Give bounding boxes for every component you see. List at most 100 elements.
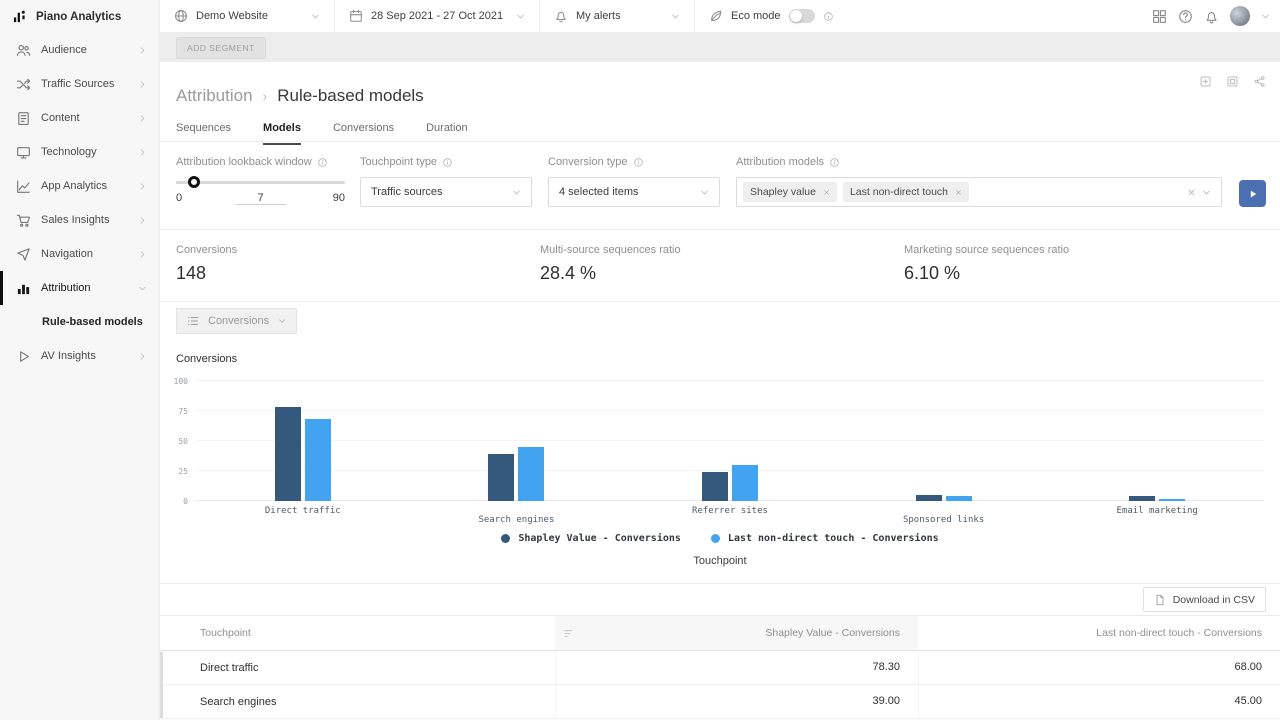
sidebar-item-sales-insights[interactable]: Sales Insights [0,203,159,237]
chip-remove-icon[interactable] [823,189,830,196]
sidebar-item-label: Content [41,112,128,124]
chevron-down-icon [311,12,320,21]
bar-shapley-value-conversions-referrer-sites[interactable] [702,472,728,501]
bar-last-non-direct-touch-conversions-direct-traffic[interactable] [305,419,331,501]
apps-grid-icon[interactable] [1152,9,1167,24]
topbar: Demo Website 28 Sep 2021 - 27 Oct 2021 M… [160,0,1280,33]
legend-item-last-non-direct-touch-conversions[interactable]: Last non-direct touch - Conversions [711,533,939,544]
cell-shapley-value: 78.30 [555,651,918,684]
date-range-selector[interactable]: 28 Sep 2021 - 27 Oct 2021 [335,0,540,32]
slider-handle[interactable] [188,176,200,188]
chevron-right-icon [138,80,147,89]
lookback-filter: Attribution lookback window 0 90 [176,156,345,204]
sidebar-item-label: App Analytics [41,180,128,192]
lookback-value-input[interactable] [236,192,286,205]
bar-last-non-direct-touch-conversions-sponsored-links[interactable] [946,496,972,501]
lookback-slider[interactable] [176,181,345,184]
y-tick-label: 25 [178,467,188,476]
bar-shapley-value-conversions-search-engines[interactable] [488,454,514,501]
eco-mode-toggle[interactable] [789,9,815,23]
chevron-down-icon[interactable] [1202,188,1211,197]
kpi-label: Marketing source sequences ratio [904,244,1069,256]
sidebar-item-app-analytics[interactable]: App Analytics [0,169,159,203]
bar-last-non-direct-touch-conversions-email-marketing[interactable] [1159,499,1185,501]
clear-all-icon[interactable] [1187,188,1196,197]
bar-shapley-value-conversions-email-marketing[interactable] [1129,496,1155,501]
conversion-type-select[interactable]: 4 selected items [548,177,720,207]
chevron-down-icon [512,188,521,197]
info-icon[interactable] [829,157,840,168]
chevron-down-icon [700,188,709,197]
bar-last-non-direct-touch-conversions-search-engines[interactable] [518,447,544,501]
download-csv-button[interactable]: Download in CSV [1143,587,1266,612]
monitor-icon [16,145,31,160]
touchpoint-type-select[interactable]: Traffic sources [360,177,532,207]
column-header-last-ndt[interactable]: Last non-direct touch - Conversions [918,616,1280,650]
site-selector-label: Demo Website [196,10,268,22]
breadcrumb-parent[interactable]: Attribution [176,86,253,106]
table-body: Direct traffic78.3068.00Search engines39… [160,651,1280,719]
chevron-down-icon [138,284,147,293]
site-selector[interactable]: Demo Website [160,0,335,32]
page-content: Attribution › Rule-based models Sequence… [160,62,1280,720]
chevron-right-icon [138,148,147,157]
table-row-search-engines: Search engines39.0045.00 [160,685,1280,719]
line-chart-icon [16,179,31,194]
sidebar-item-navigation[interactable]: Navigation [0,237,159,271]
bar-group-email-marketing: Email marketing [1050,381,1264,501]
column-header-touchpoint[interactable]: Touchpoint [160,616,555,650]
info-icon[interactable] [823,11,834,22]
table-row-direct-traffic: Direct traffic78.3068.00 [160,651,1280,685]
legend-dot [711,534,720,543]
column-header-shapley[interactable]: Shapley Value - Conversions [555,616,918,650]
sidebar-item-content[interactable]: Content [0,101,159,135]
sidebar: Piano Analytics AudienceTraffic Sources C… [0,0,160,720]
save-snapshot-icon[interactable] [1226,75,1239,88]
legend-item-shapley-value-conversions[interactable]: Shapley Value - Conversions [501,533,681,544]
bar-last-non-direct-touch-conversions-referrer-sites[interactable] [732,465,758,501]
attribution-models-filter: Attribution models Shapley valueLast non… [736,156,1222,207]
table-scrollbar[interactable] [160,652,163,718]
chevron-down-icon[interactable] [1261,12,1270,21]
slider-min: 0 [176,192,182,204]
notifications-bell-icon[interactable] [1204,9,1219,24]
bookmark-add-icon[interactable] [1199,75,1212,88]
metric-selector-button[interactable]: Conversions [176,308,297,334]
sidebar-item-technology[interactable]: Technology [0,135,159,169]
alerts-selector[interactable]: My alerts [540,0,695,32]
file-icon [1154,594,1166,606]
info-icon[interactable] [317,157,328,168]
leaf-icon [709,9,723,23]
sidebar-item-traffic-sources[interactable]: Traffic Sources [0,67,159,101]
share-icon[interactable] [1253,75,1266,88]
legend-dot [501,534,510,543]
user-avatar[interactable] [1230,6,1250,26]
chevron-down-icon [516,12,525,21]
filter-icon[interactable] [563,628,574,639]
sidebar-item-attribution[interactable]: Attribution [0,271,159,305]
info-icon[interactable] [633,157,644,168]
bar-shapley-value-conversions-sponsored-links[interactable] [916,495,942,501]
sidebar-item-av-insights[interactable]: AV Insights [0,339,159,373]
add-segment-button[interactable]: ADD SEGMENT [176,37,266,59]
attribution-models-multiselect[interactable]: Shapley valueLast non-direct touch [736,177,1222,207]
breadcrumb-separator: › [263,88,268,104]
help-icon[interactable] [1178,9,1193,24]
touchpoint-type-filter: Touchpoint type Traffic sources [360,156,532,207]
conversion-type-value: 4 selected items [559,186,638,198]
brand-logo-row[interactable]: Piano Analytics [0,0,159,33]
touchpoint-type-label: Touchpoint type [360,156,437,168]
bar-group-search-engines: Search engines [410,381,624,501]
bar-group-sponsored-links: Sponsored links [837,381,1051,501]
chip-remove-icon[interactable] [955,189,962,196]
model-chip-last-non-direct-touch: Last non-direct touch [843,182,969,202]
kpi-label: Multi-source sequences ratio [540,244,681,256]
bar-shapley-value-conversions-direct-traffic[interactable] [275,407,301,501]
y-tick-label: 75 [178,407,188,416]
chart-section: Conversions Conversions 0255075100 Direc… [160,302,1280,583]
run-query-button[interactable] [1239,180,1266,207]
sidebar-item-audience[interactable]: Audience [0,33,159,67]
info-icon[interactable] [442,157,453,168]
sidebar-subitem-rule-based-models[interactable]: Rule-based models [0,305,159,339]
sidebar-item-label: Navigation [41,248,128,260]
